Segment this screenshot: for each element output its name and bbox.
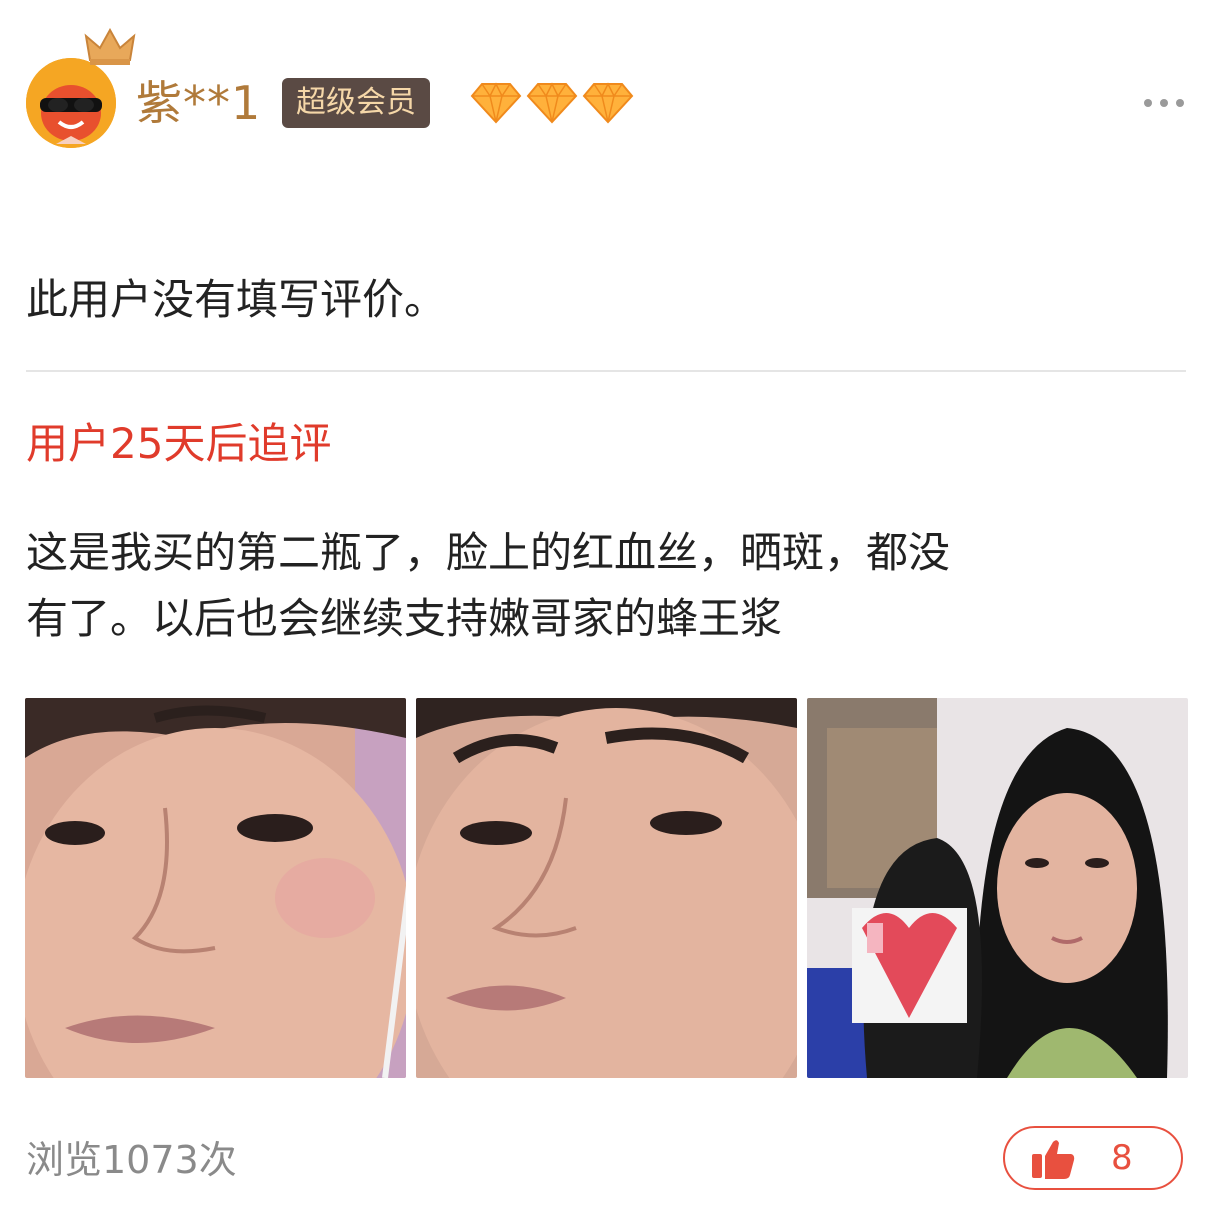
- followup-text: 这是我买的第二瓶了，脸上的红血丝，晒斑，都没 有了。以后也会继续支持嫩哥家的蜂王…: [26, 520, 1176, 652]
- diamond-icon: [526, 82, 578, 124]
- review-text: 此用户没有填写评价。: [26, 275, 447, 324]
- like-button[interactable]: 8: [1003, 1126, 1183, 1190]
- dot: [1144, 99, 1152, 107]
- dot: [1176, 99, 1184, 107]
- review-photo-3[interactable]: [807, 698, 1188, 1078]
- diamond-icon: [470, 82, 522, 124]
- review-photos: [25, 698, 1188, 1078]
- crown-icon: [84, 28, 136, 65]
- thumbs-up-icon: [1032, 1140, 1075, 1179]
- diamond-icon: [582, 82, 634, 124]
- divider: [26, 370, 1186, 372]
- member-badge: 超级会员: [282, 78, 430, 128]
- like-count: 8: [1111, 1138, 1133, 1178]
- diamond-level: [470, 80, 634, 128]
- dot: [1160, 99, 1168, 107]
- username[interactable]: 紫**1: [136, 76, 261, 130]
- review-photo-2[interactable]: [416, 698, 797, 1078]
- avatar: [26, 58, 116, 148]
- review-photo-1[interactable]: [25, 698, 406, 1078]
- more-dots-icon[interactable]: [1144, 88, 1184, 118]
- review-header: 紫**1 超级会员: [24, 28, 1184, 158]
- view-count: 浏览1073次: [26, 1138, 237, 1182]
- user-avatar[interactable]: [24, 28, 154, 158]
- followup-line: 这是我买的第二瓶了，脸上的红血丝，晒斑，都没: [26, 528, 951, 577]
- followup-line: 有了。以后也会继续支持嫩哥家的蜂王浆: [26, 594, 783, 643]
- followup-title: 用户25天后追评: [26, 419, 332, 468]
